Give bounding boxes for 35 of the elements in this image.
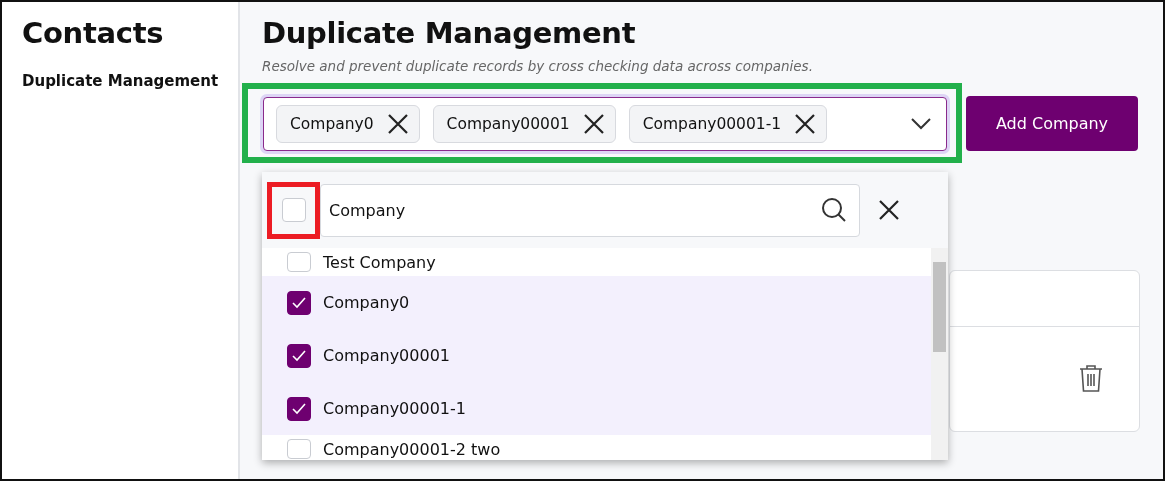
close-icon[interactable] [794, 113, 817, 135]
checkbox[interactable] [287, 396, 311, 421]
company-select[interactable]: Company0 Company00001 Company00001-1 [263, 97, 947, 151]
option-row[interactable]: Test Company [262, 248, 931, 276]
checkbox[interactable] [287, 343, 311, 368]
scrollbar[interactable] [931, 248, 948, 460]
add-company-button[interactable]: Add Company [966, 95, 1138, 151]
select-all-checkbox[interactable] [281, 198, 306, 222]
chip-label: Company00001 [446, 115, 570, 133]
checkbox[interactable] [287, 290, 311, 315]
search-icon [821, 197, 847, 223]
chevron-down-icon[interactable] [910, 117, 932, 131]
close-icon[interactable] [878, 199, 900, 221]
option-row[interactable]: Company0 [262, 276, 931, 329]
sidebar-item[interactable]: Duplicate Management [22, 72, 238, 90]
page-subtitle: Resolve and prevent duplicate records by cross checking data across companies. [262, 58, 814, 74]
check-icon [292, 349, 306, 362]
check-icon [292, 296, 306, 309]
option-label: Company0 [323, 293, 410, 312]
sidebar-title: Contacts [22, 16, 165, 50]
close-icon[interactable] [582, 113, 605, 135]
close-icon[interactable] [386, 113, 409, 135]
chip-label: Company00001-1 [642, 115, 782, 133]
option-label: Company00001-1 [323, 399, 466, 418]
option-label: Company00001-2 two [323, 439, 501, 459]
check-icon [292, 402, 306, 415]
trash-icon[interactable] [1079, 364, 1103, 392]
option-label: Company00001 [323, 346, 450, 365]
option-row[interactable]: Company00001-2 two [262, 435, 931, 460]
option-row[interactable]: Company00001 [262, 329, 931, 382]
page-title: Duplicate Management [262, 16, 637, 50]
option-label: Test Company [323, 252, 436, 272]
chip-label: Company0 [290, 115, 374, 133]
option-row[interactable]: Company00001-1 [262, 382, 931, 435]
search-field[interactable]: Company [320, 183, 860, 237]
